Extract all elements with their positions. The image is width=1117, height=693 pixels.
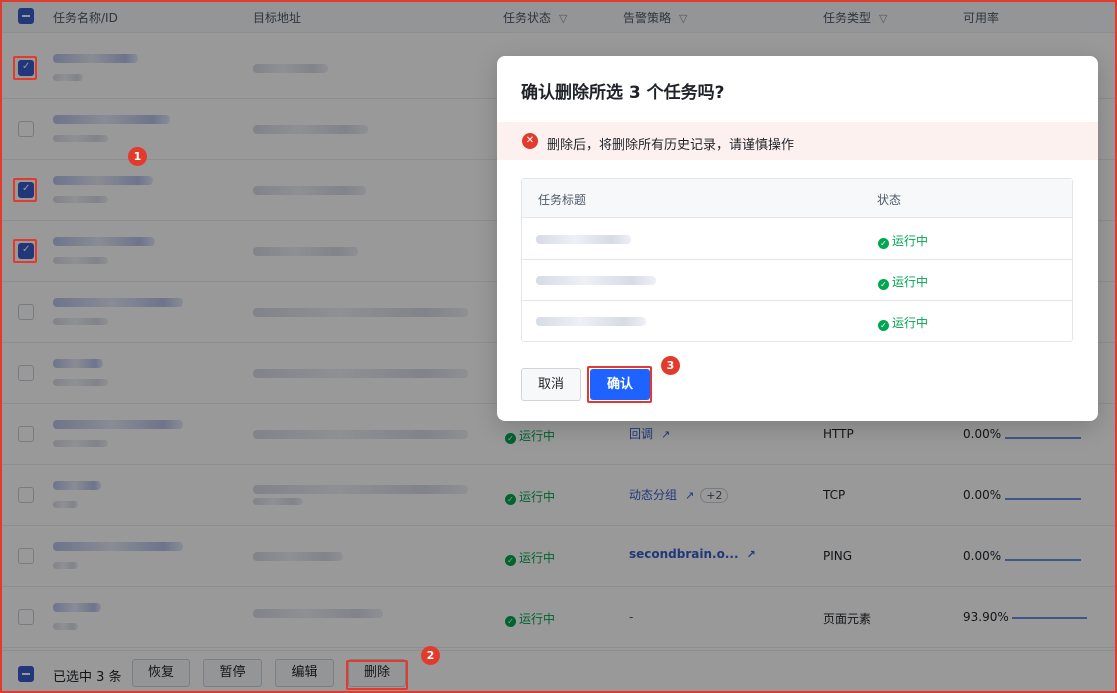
dialog-table-header: 任务标题 状态 [522, 179, 1072, 218]
highlight-box [13, 56, 37, 80]
cancel-button[interactable]: 取消 [521, 368, 581, 401]
selected-tasks-table: 任务标题 状态 ✓ 运行中 ✓ 运行中 ✓ 运行中 [521, 178, 1073, 342]
highlight-box [346, 660, 408, 690]
highlight-box [587, 366, 652, 403]
check-circle-icon: ✓ [878, 320, 889, 331]
warning-banner: ✕ 删除后，将删除所有历史记录，请谨慎操作 [497, 122, 1098, 160]
highlight-box [13, 239, 37, 263]
dialog-title: 确认删除所选 3 个任务吗? [521, 83, 725, 103]
status-badge: ✓ 运行中 [878, 273, 928, 290]
check-circle-icon: ✓ [878, 238, 889, 249]
step-badge-3: 3 [661, 356, 680, 375]
status-badge: ✓ 运行中 [878, 314, 928, 331]
dialog-table-row: ✓ 运行中 [522, 301, 1072, 342]
step-badge-1: 1 [128, 147, 147, 166]
dialog-table-row: ✓ 运行中 [522, 260, 1072, 301]
column-task-title: 任务标题 [538, 193, 587, 207]
highlight-box [13, 178, 37, 202]
column-status: 状态 [877, 193, 902, 207]
step-badge-2: 2 [421, 646, 440, 665]
status-badge: ✓ 运行中 [878, 232, 928, 249]
dialog-table-row: ✓ 运行中 [522, 219, 1072, 260]
check-circle-icon: ✓ [878, 279, 889, 290]
error-icon: ✕ [522, 133, 538, 149]
warning-text: 删除后，将删除所有历史记录，请谨慎操作 [547, 138, 795, 153]
